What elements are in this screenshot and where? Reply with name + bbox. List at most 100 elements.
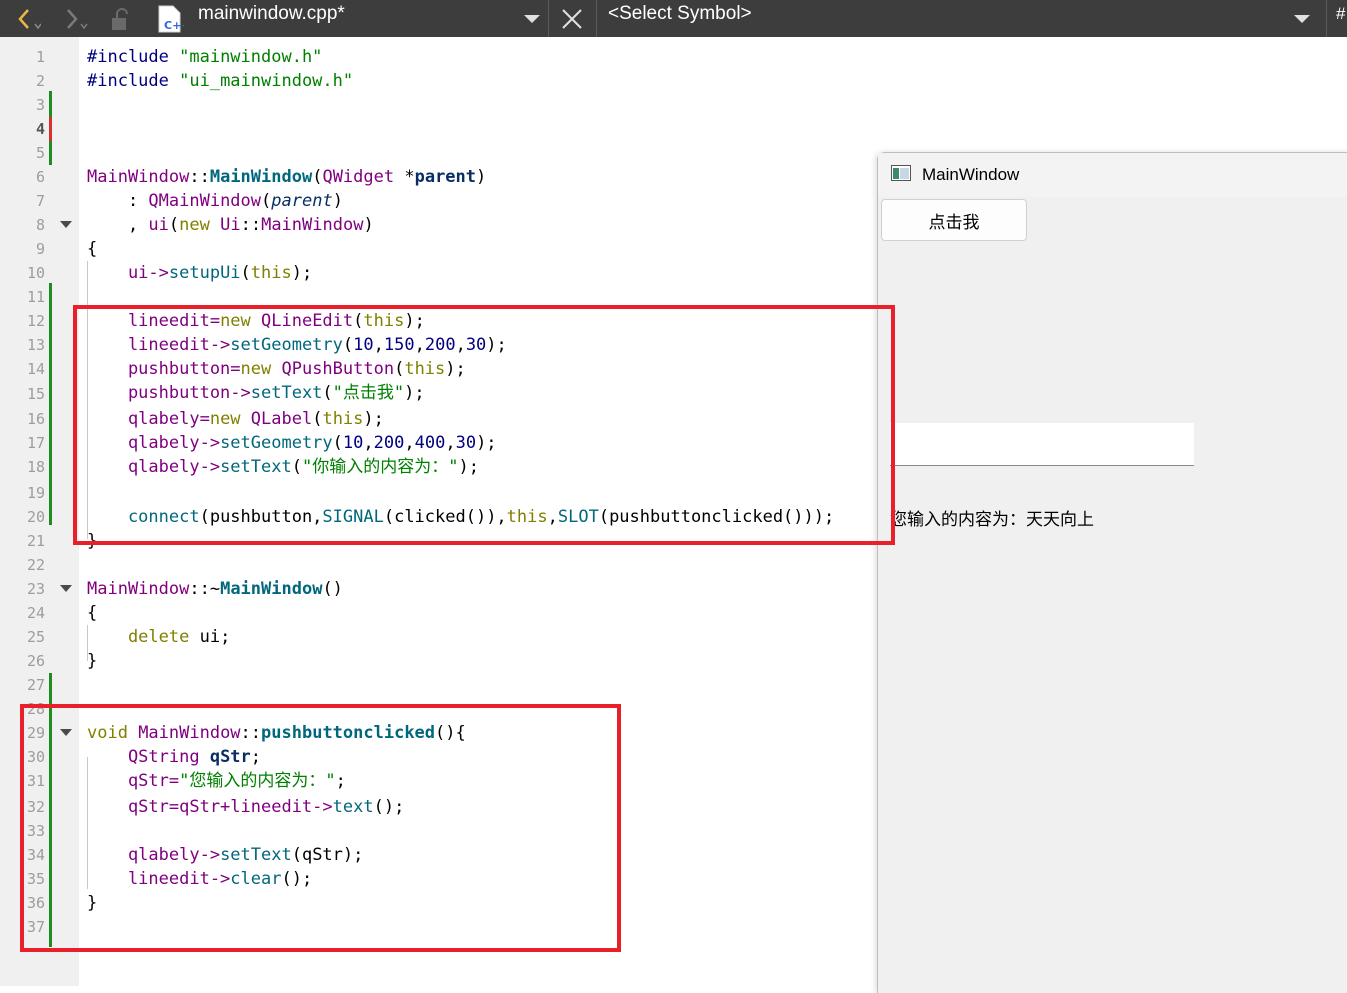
- code-line: #include "mainwindow.h": [87, 45, 322, 69]
- code-text: ,: [87, 215, 149, 235]
- code-line: MainWindow::~MainWindow(): [87, 577, 343, 601]
- toolbar-divider: [548, 0, 549, 37]
- window-app-icon: [891, 165, 911, 181]
- line-number: 12: [26, 312, 45, 330]
- toolbar-divider: [1326, 0, 1327, 37]
- code-line: #include "ui_mainwindow.h": [87, 69, 353, 93]
- code-line: delete ui;: [87, 625, 230, 649]
- code-text: ): [332, 191, 343, 211]
- code-type: QWidget: [322, 167, 395, 187]
- close-icon[interactable]: [556, 0, 588, 37]
- back-arrow-icon[interactable]: [8, 0, 44, 37]
- code-text: ): [363, 215, 374, 235]
- window-titlebar[interactable]: MainWindow: [878, 153, 1347, 197]
- chevron-down-icon[interactable]: [1288, 0, 1316, 37]
- code-member: ui: [148, 215, 169, 235]
- line-number: 15: [26, 385, 45, 403]
- line-number: 17: [26, 434, 45, 452]
- line-number: 23: [26, 580, 45, 598]
- code-line: }: [87, 651, 98, 671]
- code-line: ui->setupUi(this);: [87, 261, 312, 285]
- symbol-select[interactable]: <Select Symbol>: [608, 0, 752, 37]
- mainwindow-preview: MainWindow 点击我 您输入的内容为：天天向上: [877, 152, 1347, 993]
- code-keyword: new: [179, 215, 221, 235]
- fold-toggle-icon[interactable]: [60, 221, 72, 228]
- code-line: {: [87, 603, 98, 623]
- code-type: QMainWindow: [148, 191, 262, 211]
- line-number: 10: [26, 264, 45, 282]
- editor-toolbar: C++ mainwindow.cpp* <Select Symbol> #: [0, 0, 1347, 37]
- code-keyword: this: [250, 263, 292, 283]
- code-function: MainWindow: [220, 579, 323, 599]
- code-line: , ui(new Ui::MainWindow): [87, 213, 374, 237]
- line-number: 9: [35, 240, 45, 258]
- line-number: 21: [26, 532, 45, 550]
- code-text: ::: [189, 167, 210, 187]
- lock-icon[interactable]: [106, 0, 136, 37]
- line-number: 19: [26, 484, 45, 502]
- code-text: *: [394, 167, 415, 187]
- code-line: : QMainWindow(parent): [87, 189, 343, 213]
- line-number: 18: [26, 458, 45, 476]
- code-function: MainWindow: [209, 167, 313, 187]
- result-label: 您输入的内容为：天天向上: [890, 510, 1094, 530]
- change-marker-modified: [49, 117, 52, 141]
- toolbar-divider: [596, 0, 597, 37]
- line-number: 26: [26, 652, 45, 670]
- chevron-down-icon[interactable]: [518, 0, 546, 37]
- code-param: parent: [414, 167, 477, 187]
- code-string: "mainwindow.h": [179, 47, 323, 67]
- code-text: (: [261, 191, 272, 211]
- code-text: ::: [240, 215, 262, 235]
- code-keyword: delete: [87, 627, 200, 647]
- code-text: (: [240, 263, 251, 283]
- code-type: MainWindow: [87, 167, 190, 187]
- annotation-box: [20, 704, 621, 952]
- file-name-tab[interactable]: mainwindow.cpp*: [198, 0, 345, 37]
- line-number: 20: [26, 508, 45, 526]
- code-text: );: [291, 263, 313, 283]
- code-text: (): [322, 579, 343, 599]
- line-number: 8: [35, 216, 45, 234]
- code-type: MainWindow: [261, 215, 364, 235]
- code-text: ui;: [199, 627, 231, 647]
- line-number: 11: [26, 288, 45, 306]
- code-directive: #include: [87, 71, 180, 91]
- hash-label[interactable]: #: [1336, 0, 1345, 37]
- line-number: 13: [26, 336, 45, 354]
- line-number: 6: [35, 168, 45, 186]
- svg-text:C++: C++: [164, 19, 184, 32]
- line-number: 1: [35, 48, 45, 66]
- code-text: ::~: [189, 579, 221, 599]
- line-number: 24: [26, 604, 45, 622]
- line-number: 14: [26, 360, 45, 378]
- line-number: 3: [35, 96, 45, 114]
- line-number: 22: [26, 556, 45, 574]
- line-number: 27: [26, 676, 45, 694]
- code-text: (: [168, 215, 180, 235]
- line-number: 7: [35, 192, 45, 210]
- line-number-current: 4: [35, 120, 45, 138]
- line-number: 2: [35, 72, 45, 90]
- change-marker: [49, 283, 52, 525]
- click-me-button[interactable]: 点击我: [881, 199, 1027, 241]
- window-title: MainWindow: [922, 165, 1020, 184]
- code-line: {: [87, 239, 98, 259]
- code-text: :: [87, 191, 149, 211]
- code-member: ui->: [87, 263, 169, 283]
- code-text: (: [312, 167, 323, 187]
- code-string: "ui_mainwindow.h": [179, 71, 354, 91]
- cpp-file-icon: C++: [154, 0, 186, 37]
- line-number: 16: [26, 410, 45, 428]
- code-param: parent: [271, 191, 333, 211]
- line-edit-input[interactable]: [890, 423, 1194, 466]
- forward-arrow-icon[interactable]: [58, 0, 94, 37]
- code-line: MainWindow::MainWindow(QWidget *parent): [87, 165, 486, 189]
- fold-toggle-icon[interactable]: [60, 585, 72, 592]
- code-type: MainWindow: [87, 579, 190, 599]
- line-number: 25: [26, 628, 45, 646]
- code-function: setupUi: [168, 263, 241, 283]
- code-directive: #include: [87, 47, 180, 67]
- code-type: Ui: [220, 215, 241, 235]
- annotation-box: [73, 305, 895, 545]
